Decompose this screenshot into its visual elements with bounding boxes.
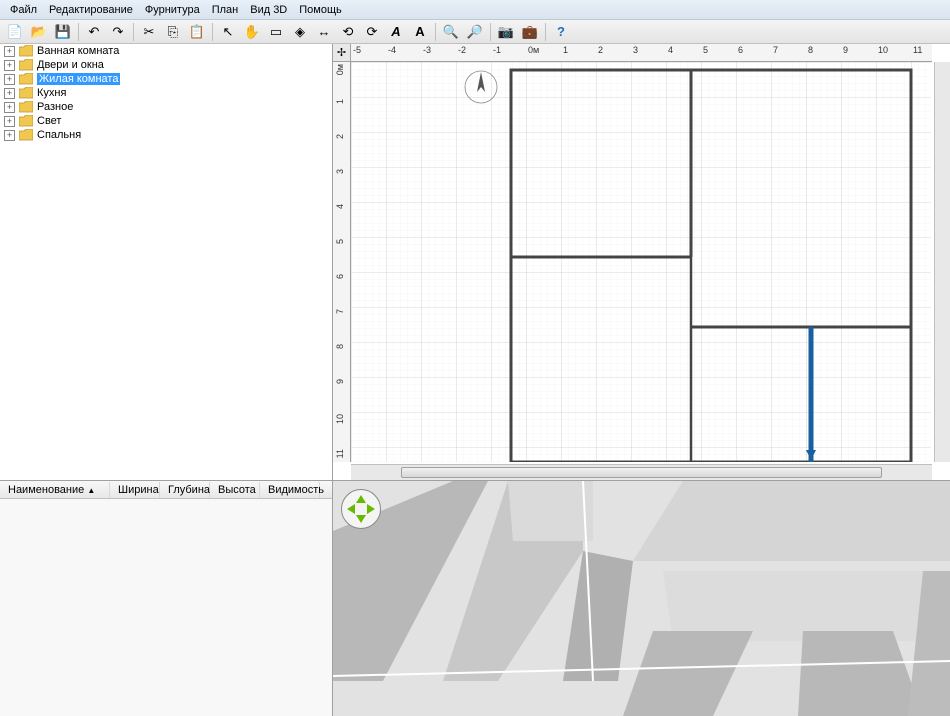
help-icon[interactable]: ? bbox=[550, 22, 572, 42]
expand-icon[interactable]: + bbox=[4, 60, 15, 71]
rotate-right-icon[interactable]: ⟳ bbox=[361, 22, 383, 42]
separator bbox=[435, 23, 436, 41]
ruler-corner: ✢ bbox=[333, 44, 351, 62]
furniture-tree[interactable]: + Ванная комната + Двери и окна + Жилая комна… bbox=[0, 44, 332, 481]
toolbar: 📄 📂 💾 ↶ ↷ ✂ ⎘ 📋 ↖ ✋ ▭ ◈ ↔ ⟲ ⟳ A A 🔍 🔎 📷 … bbox=[0, 20, 950, 44]
dimension-icon[interactable]: ↔ bbox=[313, 22, 335, 42]
col-height[interactable]: Высота bbox=[210, 482, 260, 498]
plan-canvas[interactable] bbox=[351, 62, 932, 462]
wall-icon[interactable]: ▭ bbox=[265, 22, 287, 42]
expand-icon[interactable]: + bbox=[4, 88, 15, 99]
col-depth[interactable]: Глубина bbox=[160, 482, 210, 498]
menu-furniture[interactable]: Фурнитура bbox=[139, 2, 206, 18]
separator bbox=[78, 23, 79, 41]
separator bbox=[545, 23, 546, 41]
expand-icon[interactable]: + bbox=[4, 74, 15, 85]
open-file-icon[interactable]: 📂 bbox=[28, 22, 50, 42]
folder-icon bbox=[19, 115, 33, 127]
folder-icon bbox=[19, 73, 33, 85]
expand-icon[interactable]: + bbox=[4, 116, 15, 127]
zoom-in-icon[interactable]: 🔍 bbox=[440, 22, 462, 42]
tree-label: Двери и окна bbox=[37, 59, 104, 71]
tree-label: Кухня bbox=[37, 87, 66, 99]
scroll-thumb[interactable] bbox=[401, 467, 882, 478]
menu-file[interactable]: Файл bbox=[4, 2, 43, 18]
folder-icon bbox=[19, 87, 33, 99]
tree-label: Жилая комната bbox=[37, 73, 120, 85]
copy-icon[interactable]: ⎘ bbox=[162, 22, 184, 42]
redo-icon[interactable]: ↷ bbox=[107, 22, 129, 42]
separator bbox=[212, 23, 213, 41]
expand-icon[interactable]: + bbox=[4, 130, 15, 141]
tree-label: Свет bbox=[37, 115, 61, 127]
view-3d-render bbox=[333, 481, 950, 716]
menu-view3d[interactable]: Вид 3D bbox=[244, 2, 293, 18]
rotate-left-icon[interactable]: ⟲ bbox=[337, 22, 359, 42]
text-icon[interactable]: A bbox=[385, 22, 407, 42]
tree-item[interactable]: + Разное bbox=[0, 100, 332, 114]
expand-icon[interactable]: + bbox=[4, 46, 15, 57]
cut-icon[interactable]: ✂ bbox=[138, 22, 160, 42]
camera-icon[interactable]: 📷 bbox=[495, 22, 517, 42]
tree-item[interactable]: + Кухня bbox=[0, 86, 332, 100]
tree-label: Разное bbox=[37, 101, 73, 113]
furniture-table: Наименование ▲ Ширина Глубина Высота Вид… bbox=[0, 481, 332, 716]
col-width[interactable]: Ширина bbox=[110, 482, 160, 498]
text-style-icon[interactable]: A bbox=[409, 22, 431, 42]
tree-label: Ванная комната bbox=[37, 45, 119, 57]
tree-item[interactable]: + Ванная комната bbox=[0, 44, 332, 58]
paste-icon[interactable]: 📋 bbox=[186, 22, 208, 42]
zoom-out-icon[interactable]: 🔎 bbox=[464, 22, 486, 42]
ruler-vertical: 0м1234567891011 bbox=[333, 62, 351, 462]
nav-compass-icon[interactable] bbox=[341, 489, 381, 529]
undo-icon[interactable]: ↶ bbox=[83, 22, 105, 42]
new-file-icon[interactable]: 📄 bbox=[4, 22, 26, 42]
vertical-scrollbar[interactable] bbox=[934, 62, 950, 462]
save-icon[interactable]: 💾 bbox=[52, 22, 74, 42]
expand-icon[interactable]: + bbox=[4, 102, 15, 113]
ruler-horizontal: -5-4-3-2-10м1234567891011 bbox=[351, 44, 932, 62]
room-icon[interactable]: ◈ bbox=[289, 22, 311, 42]
select-icon[interactable]: ↖ bbox=[217, 22, 239, 42]
tree-item[interactable]: + Жилая комната bbox=[0, 72, 332, 86]
horizontal-scrollbar[interactable] bbox=[351, 464, 932, 480]
folder-icon bbox=[19, 129, 33, 141]
separator bbox=[490, 23, 491, 41]
plan-2d-view[interactable]: ✢ -5-4-3-2-10м1234567891011 0м1234567891… bbox=[333, 44, 950, 481]
menubar: Файл Редактирование Фурнитура План Вид 3… bbox=[0, 0, 950, 20]
tree-item[interactable]: + Свет bbox=[0, 114, 332, 128]
view-3d[interactable] bbox=[333, 481, 950, 716]
preferences-icon[interactable]: 💼 bbox=[519, 22, 541, 42]
separator bbox=[133, 23, 134, 41]
menu-edit[interactable]: Редактирование bbox=[43, 2, 139, 18]
table-header[interactable]: Наименование ▲ Ширина Глубина Высота Вид… bbox=[0, 481, 332, 499]
col-name: Наименование ▲ bbox=[0, 482, 110, 498]
tree-label: Спальня bbox=[37, 129, 81, 141]
col-visibility[interactable]: Видимость bbox=[260, 482, 320, 498]
tree-item[interactable]: + Спальня bbox=[0, 128, 332, 142]
pan-icon[interactable]: ✋ bbox=[241, 22, 263, 42]
folder-icon bbox=[19, 45, 33, 57]
tree-item[interactable]: + Двери и окна bbox=[0, 58, 332, 72]
folder-icon bbox=[19, 59, 33, 71]
folder-icon bbox=[19, 101, 33, 113]
menu-help[interactable]: Помощь bbox=[293, 2, 348, 18]
sort-indicator-icon: ▲ bbox=[87, 486, 95, 495]
menu-plan[interactable]: План bbox=[206, 2, 245, 18]
